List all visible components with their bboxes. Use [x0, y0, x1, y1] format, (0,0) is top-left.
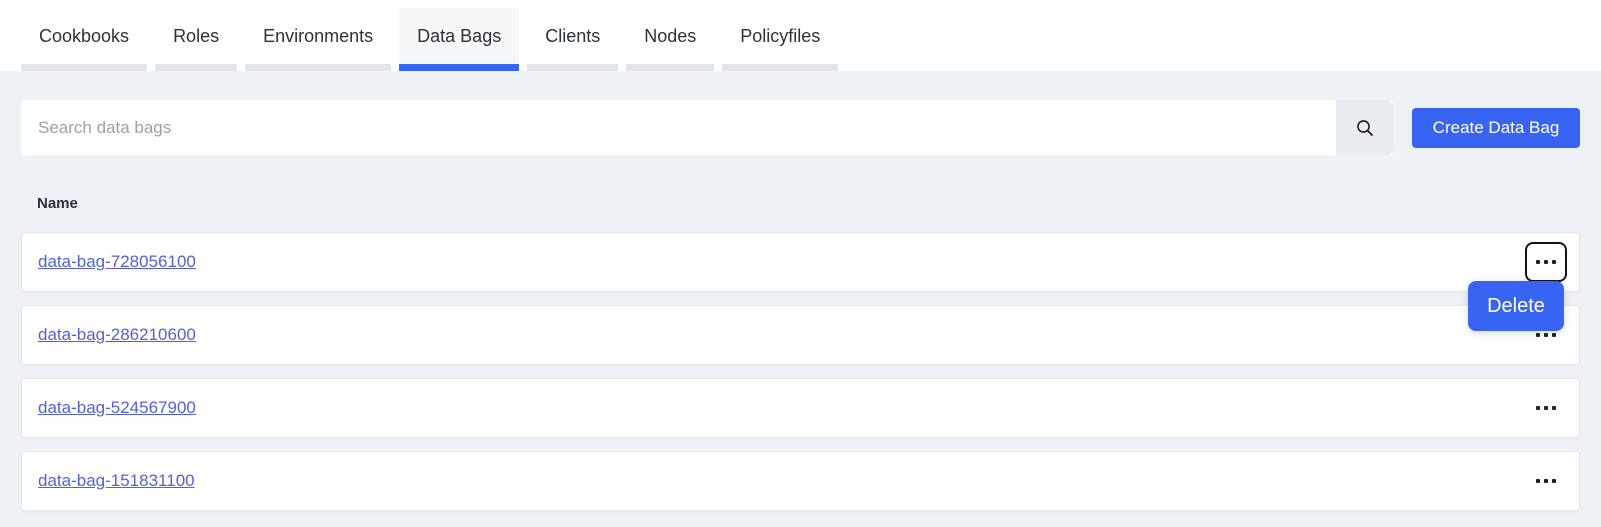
- delete-menu-item[interactable]: Delete: [1468, 281, 1564, 331]
- name-column-header: Name: [37, 195, 1580, 213]
- tab-policyfiles-label: Policyfiles: [740, 26, 820, 47]
- table-row: data-bag-286210600: [21, 305, 1580, 365]
- tab-cookbooks-label: Cookbooks: [39, 26, 129, 47]
- tab-cookbooks[interactable]: Cookbooks: [21, 8, 147, 71]
- more-options-icon: [1536, 479, 1540, 483]
- data-bag-list: data-bag-728056100 Delete data-bag-28621…: [21, 232, 1580, 511]
- tab-environments[interactable]: Environments: [245, 8, 391, 71]
- create-data-bag-button[interactable]: Create Data Bag: [1412, 108, 1580, 148]
- table-row: data-bag-728056100 Delete: [21, 232, 1580, 292]
- tab-data-bags[interactable]: Data Bags: [399, 8, 519, 71]
- data-bag-link[interactable]: data-bag-286210600: [38, 325, 196, 345]
- tab-clients-label: Clients: [545, 26, 600, 47]
- table-row: data-bag-151831100: [21, 451, 1580, 511]
- table-row: data-bag-524567900: [21, 378, 1580, 438]
- more-options-icon: [1536, 406, 1540, 410]
- more-options-icon: [1536, 333, 1540, 337]
- tab-environments-label: Environments: [263, 26, 373, 47]
- tab-clients[interactable]: Clients: [527, 8, 618, 71]
- tab-data-bags-label: Data Bags: [417, 26, 501, 47]
- infrastructure-tab-bar: Cookbooks Roles Environments Data Bags C…: [0, 0, 1601, 71]
- tab-roles[interactable]: Roles: [155, 8, 237, 71]
- more-options-button[interactable]: Delete: [1525, 242, 1567, 282]
- tab-roles-label: Roles: [173, 26, 219, 47]
- magnifier-icon: [1355, 118, 1375, 138]
- tab-policyfiles[interactable]: Policyfiles: [722, 8, 838, 71]
- more-options-icon: [1536, 260, 1540, 264]
- search-button[interactable]: [1336, 100, 1393, 155]
- search-input[interactable]: [21, 100, 1336, 155]
- data-bag-link[interactable]: data-bag-524567900: [38, 398, 196, 418]
- data-bags-page: Create Data Bag Name data-bag-728056100 …: [0, 71, 1601, 511]
- search-row: Create Data Bag: [21, 100, 1580, 155]
- tab-nodes[interactable]: Nodes: [626, 8, 714, 71]
- more-options-button[interactable]: [1525, 388, 1567, 428]
- search-group: [21, 100, 1393, 155]
- data-bag-link[interactable]: data-bag-151831100: [38, 471, 195, 491]
- data-bag-link[interactable]: data-bag-728056100: [38, 252, 196, 272]
- more-options-button[interactable]: [1525, 461, 1567, 501]
- tab-nodes-label: Nodes: [644, 26, 696, 47]
